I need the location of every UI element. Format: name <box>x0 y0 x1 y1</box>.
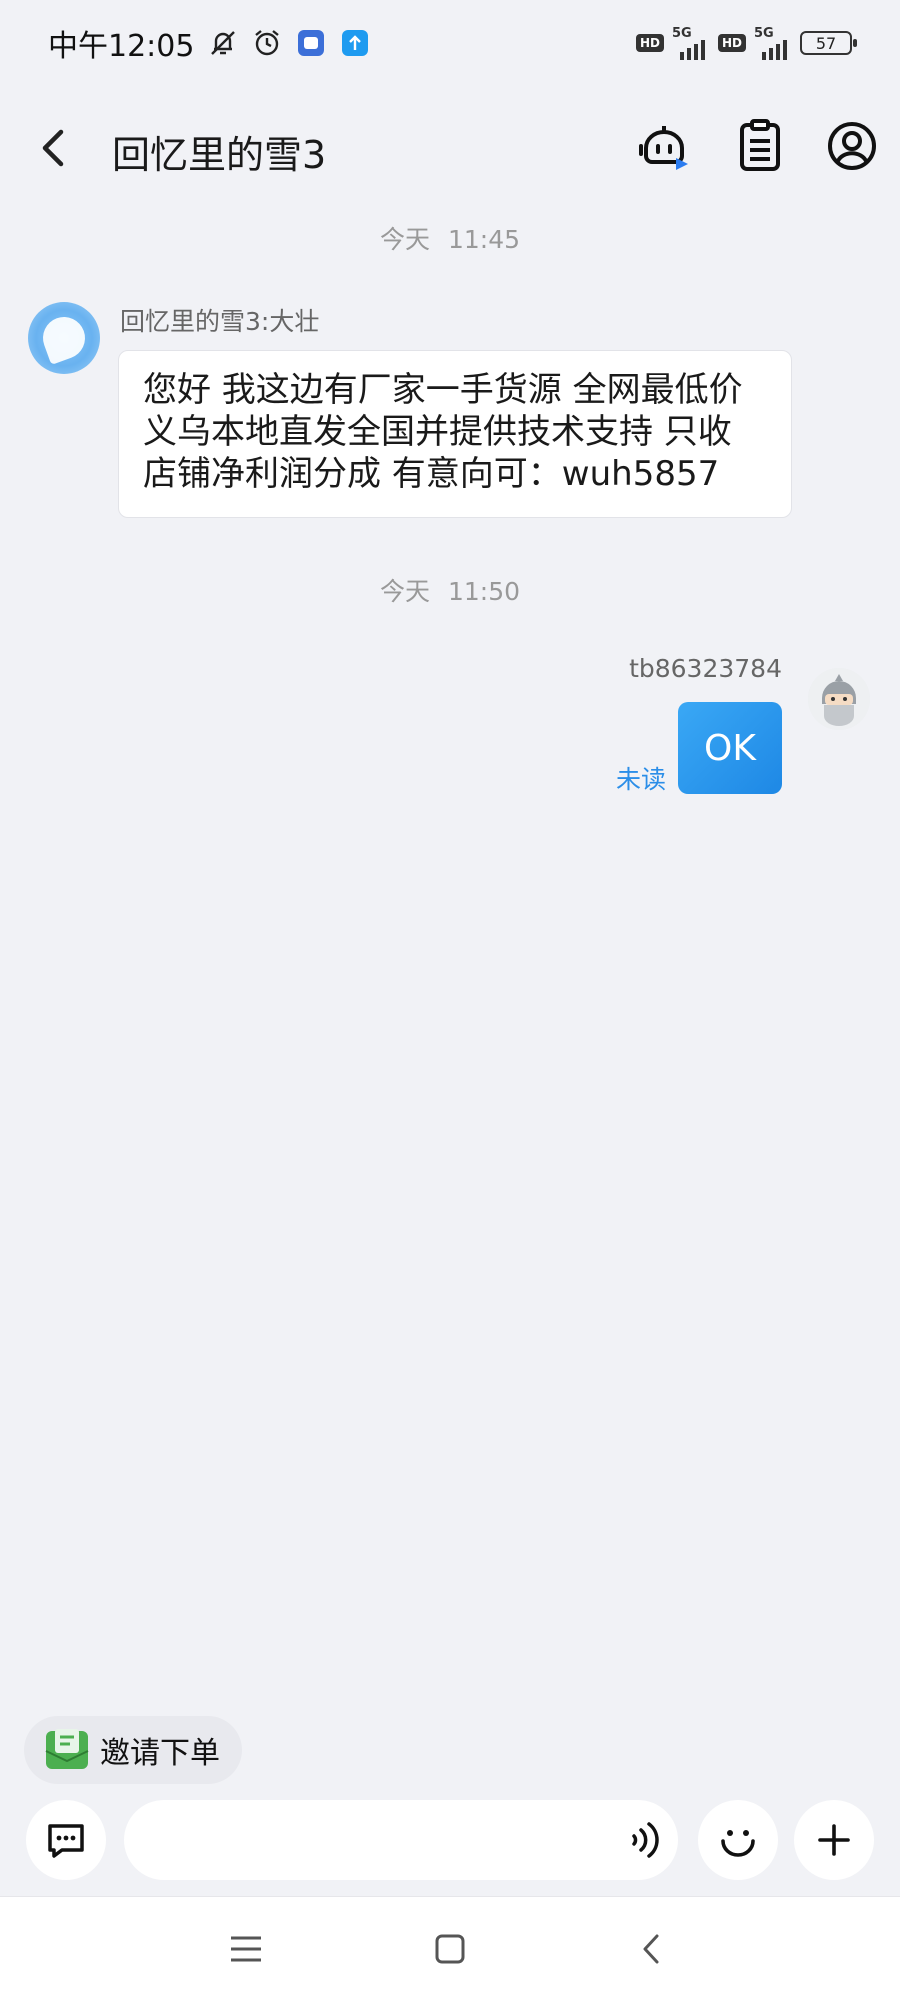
clipboard-icon <box>740 119 780 171</box>
chat-screen: 中午12:05 HD 5G HD 5G 57 回忆里的雪3 今天 11:45 回… <box>0 0 900 2000</box>
back-nav-button[interactable] <box>626 1923 678 1975</box>
outgoing-message-bubble[interactable]: OK <box>678 702 782 794</box>
message-line: 您好 我这边有厂家一手货源 全网最低价 <box>143 370 743 410</box>
plus-icon <box>818 1824 850 1856</box>
more-actions-button[interactable] <box>794 1800 874 1880</box>
hamburger-icon <box>231 1936 261 1962</box>
invite-order-icon <box>45 1729 89 1769</box>
status-bar: 中午12:05 HD 5G HD 5G 57 <box>0 0 900 86</box>
alarm-icon <box>252 28 282 58</box>
unread-status: 未读 <box>616 765 667 794</box>
incoming-message-bubble[interactable]: 您好 我这边有厂家一手货源 全网最低价 义乌本地直发全国并提供技术支持 只收 店… <box>118 350 792 518</box>
system-nav-bar <box>0 1896 900 2000</box>
sender-name: 回忆里的雪3:大壮 <box>120 307 320 336</box>
input-bar <box>0 1800 900 1880</box>
home-nav-button[interactable] <box>424 1923 476 1975</box>
menu-nav-button[interactable] <box>220 1923 272 1975</box>
ninja-avatar-icon <box>808 668 870 730</box>
voice-wave-icon <box>632 1822 659 1858</box>
my-avatar[interactable] <box>808 668 870 730</box>
square-home-icon <box>435 1934 465 1964</box>
signal-icon-2: 5G <box>754 27 792 60</box>
chat-bubble-icon <box>48 1824 84 1858</box>
message-line: 义乌本地直发全国并提供技术支持 只收 <box>143 412 732 452</box>
smiley-icon <box>721 1830 755 1857</box>
voice-input-button[interactable] <box>620 1814 672 1866</box>
chat-title: 回忆里的雪3 <box>112 133 327 177</box>
bell-muted-icon <box>208 28 238 58</box>
message-timestamp: 今天 11:50 <box>379 577 521 606</box>
chat-header: 回忆里的雪3 <box>0 86 900 212</box>
profile-button[interactable] <box>820 114 884 178</box>
status-left: 中午12:05 <box>48 21 370 65</box>
signal-icon: 5G <box>672 27 710 60</box>
back-triangle-icon <box>643 1934 659 1964</box>
hd-badge-2: HD <box>717 34 746 52</box>
upload-notification-icon <box>340 28 370 58</box>
back-button[interactable] <box>32 120 72 176</box>
message-timestamp: 今天 11:45 <box>379 225 521 254</box>
message-input[interactable] <box>124 1800 678 1880</box>
status-right: HD 5G HD 5G 57 <box>635 27 857 60</box>
my-username: tb86323784 <box>629 654 782 683</box>
battery-icon: 57 <box>800 31 857 55</box>
user-profile-icon <box>828 122 876 170</box>
order-list-button[interactable] <box>728 114 792 178</box>
status-time: 中午12:05 <box>48 29 195 64</box>
battery-level: 57 <box>815 33 837 53</box>
hd-badge: HD <box>635 34 664 52</box>
message-line: 店铺净利润分成 有意向可：wuh5857 <box>143 454 720 494</box>
robot-icon <box>639 126 688 170</box>
invite-order-chip[interactable]: 邀请下单 <box>24 1716 242 1784</box>
quick-reply-button[interactable] <box>26 1800 106 1880</box>
sender-avatar[interactable] <box>28 302 100 374</box>
app-notification-icon <box>296 28 326 58</box>
message-text: OK <box>704 727 756 769</box>
emoji-button[interactable] <box>698 1800 778 1880</box>
invite-order-label: 邀请下单 <box>100 1736 220 1771</box>
robot-assistant-button[interactable] <box>632 114 696 178</box>
chevron-left-icon <box>42 129 64 167</box>
